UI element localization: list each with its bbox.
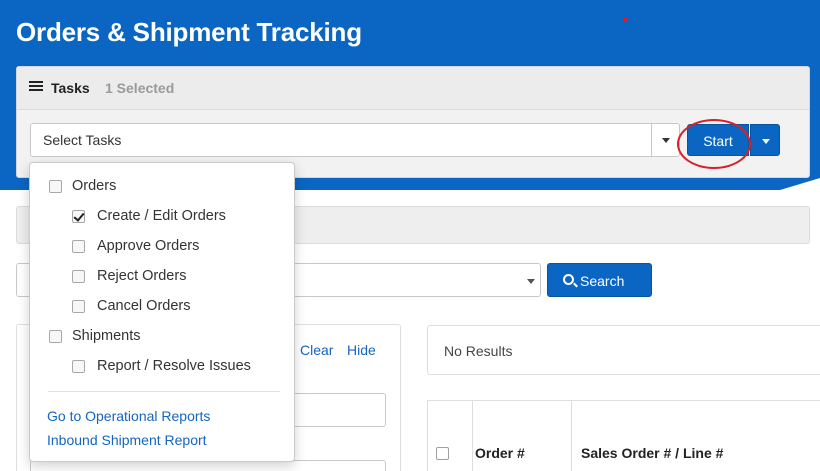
search-icon [563,274,574,285]
link-operational-reports[interactable]: Go to Operational Reports [47,408,210,424]
checkbox[interactable] [49,330,62,343]
page-title: Orders & Shipment Tracking [16,17,362,47]
tasks-dropdown-menu: Orders Create / Edit Orders Approve Orde… [29,162,295,462]
menu-item-label: Cancel Orders [97,298,191,314]
search-button[interactable]: Search [547,263,652,297]
start-menu-toggle[interactable] [750,124,780,156]
tasks-selected-count: 1 Selected [105,80,175,96]
select-all-checkbox[interactable] [436,447,449,460]
list-icon [29,81,43,93]
menu-item-label: Reject Orders [97,268,187,284]
results-table: Order # Sales Order # / Line # [427,400,820,471]
menu-item-label: Approve Orders [97,238,200,254]
menu-item-label: Orders [72,178,117,194]
select-tasks-value: Select Tasks [43,132,122,148]
side-input[interactable] [290,393,386,427]
checkbox[interactable] [72,300,85,313]
annotation-circle [677,119,751,169]
clear-link[interactable]: Clear [300,342,333,358]
column-header-sales-order[interactable]: Sales Order # / Line # [581,445,723,461]
results-status-bar: No Results [427,325,820,375]
results-status: No Results [444,343,513,359]
column-divider [571,401,572,471]
caret-down-icon[interactable] [651,124,680,156]
app-window: Orders & Shipment Tracking Tasks 1 Selec… [0,0,820,471]
checkbox[interactable] [72,270,85,283]
tasks-label: Tasks [51,80,90,96]
select-tasks-dropdown[interactable]: Select Tasks [30,123,680,157]
column-divider [472,401,473,471]
checkbox[interactable] [49,180,62,193]
menu-divider [48,391,280,392]
hide-link[interactable]: Hide [347,342,376,358]
marker-dot [624,18,627,21]
checkbox[interactable] [72,240,85,253]
checkbox-checked[interactable] [72,210,85,223]
link-inbound-shipment-report[interactable]: Inbound Shipment Report [47,432,207,448]
column-header-order[interactable]: Order # [475,445,525,461]
tasks-panel-header: Tasks 1 Selected [17,67,809,110]
menu-item-label: Shipments [72,328,141,344]
search-button-label: Search [580,273,625,289]
menu-item-label: Create / Edit Orders [97,208,226,224]
menu-item-label: Report / Resolve Issues [97,358,251,374]
checkbox[interactable] [72,360,85,373]
